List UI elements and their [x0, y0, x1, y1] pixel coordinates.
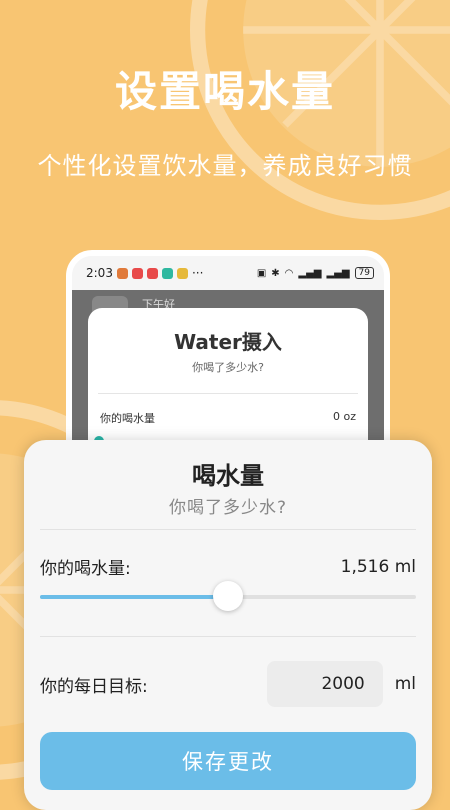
- goal-row: 你的每日目标: 2000 ml: [40, 661, 416, 707]
- signal-icon: ▂▄▆: [326, 267, 350, 279]
- water-intake-dialog: 喝水量 你喝了多少水? 你的喝水量: 1,516 ml 你的每日目标: 2000…: [24, 440, 432, 810]
- inner-intake-label: 你的喝水量: [100, 412, 155, 425]
- goal-label: 你的每日目标:: [40, 676, 148, 697]
- inner-dialog-title: Water摄入: [174, 330, 282, 354]
- intake-label: 你的喝水量:: [40, 559, 131, 579]
- status-bar: 2:03 ··· ▣ ✱ ◠ ▂▄▆ ▂▄▆ 79: [72, 256, 384, 290]
- app-icon: [116, 267, 128, 279]
- dialog-subtitle: 你喝了多少水?: [168, 498, 288, 518]
- goal-unit: ml: [394, 674, 416, 694]
- divider: [98, 393, 358, 394]
- goal-input[interactable]: 2000: [266, 661, 383, 707]
- wifi-icon: ◠: [284, 267, 294, 279]
- app-icon: [176, 267, 188, 279]
- bluetooth-icon: ✱: [271, 267, 280, 279]
- battery-icon: 79: [354, 267, 374, 279]
- divider: [40, 529, 416, 530]
- nfc-icon: ▣: [256, 267, 267, 279]
- intake-value: 1,516 ml: [340, 556, 416, 577]
- app-icon: [146, 267, 158, 279]
- slider-fill: [40, 595, 228, 599]
- inner-intake-value: 0 oz: [333, 410, 356, 423]
- promo-title: 设置喝水量: [114, 67, 335, 116]
- signal-icon: ▂▄▆: [298, 267, 322, 279]
- save-button[interactable]: 保存更改: [40, 732, 416, 790]
- divider: [40, 636, 416, 637]
- app-icon: [131, 267, 143, 279]
- inner-intake-row: 你的喝水量 0 oz: [88, 410, 368, 426]
- intake-row: 你的喝水量: 1,516 ml: [40, 554, 416, 580]
- intake-slider[interactable]: [40, 581, 416, 611]
- inner-dialog-subtitle: 你喝了多少水?: [192, 361, 264, 374]
- promo-subtitle: 个性化设置饮水量，养成良好习惯: [37, 152, 413, 180]
- dialog-title: 喝水量: [192, 462, 264, 490]
- slider-thumb[interactable]: [213, 581, 243, 611]
- app-icon: [161, 267, 173, 279]
- more-notifications-icon: ···: [191, 266, 204, 280]
- goal-input-group: 2000 ml: [266, 661, 416, 707]
- status-time: 2:03: [86, 266, 113, 280]
